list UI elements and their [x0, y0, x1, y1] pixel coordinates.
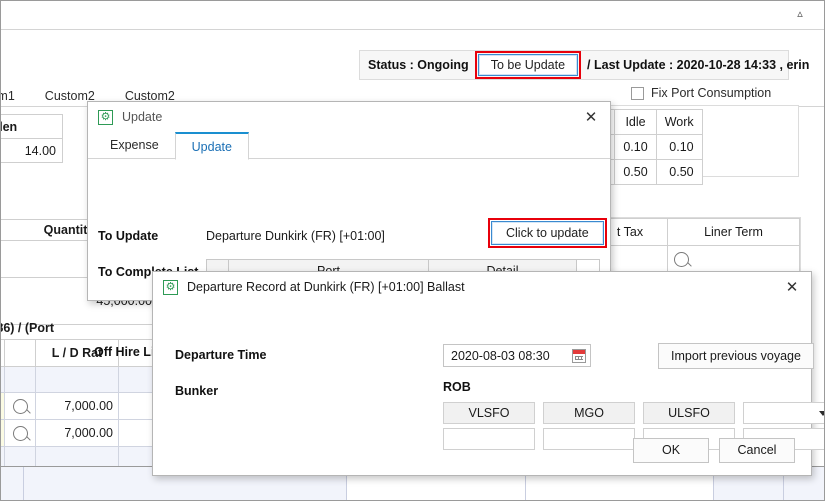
custom-tab-1[interactable]: tom1 [1, 89, 19, 103]
fix-port-consumption-row[interactable]: Fix Port Consumption [631, 86, 771, 100]
window-top-strip: ▵ [1, 1, 824, 30]
close-icon[interactable]: ✕ [781, 276, 803, 298]
liner-cell-term[interactable] [667, 245, 800, 273]
application-window: ▵ Status : Ongoing To be Update / Last U… [0, 0, 825, 501]
fuel-button-mgo[interactable]: MGO [543, 402, 635, 424]
cons-r2-idle: 0.50 [614, 159, 657, 185]
cons-r2-work: 0.50 [655, 159, 703, 185]
status-label: Status : Ongoing [368, 58, 469, 72]
departure-dialog-title: Departure Record at Dunkirk (FR) [+01:00… [187, 280, 465, 294]
last-update-label: / Last Update : 2020-10-28 14:33 , erin [587, 58, 810, 72]
cons-r1-work: 0.10 [655, 134, 703, 160]
close-icon[interactable]: ✕ [580, 106, 602, 128]
ld-rate-value: 7,000.00 [35, 419, 119, 447]
cancel-button[interactable]: Cancel [719, 437, 795, 463]
click-to-update-highlight: Click to update [488, 218, 607, 248]
departure-record-dialog: ⚙ Departure Record at Dunkirk (FR) [+01:… [152, 271, 824, 476]
calendar-icon[interactable] [572, 348, 586, 363]
liner-term-table-wrap: t Tax Liner Term [591, 217, 801, 274]
search-icon[interactable] [12, 398, 28, 414]
to-be-update-highlight: To be Update [474, 51, 582, 79]
departure-dialog-footer: OK Cancel [153, 428, 811, 472]
chevron-down-icon [819, 410, 824, 416]
liner-term-table: t Tax Liner Term [592, 218, 800, 273]
rob-label: ROB [443, 380, 471, 394]
fuel-button-ulsfo[interactable]: ULSFO [643, 402, 735, 424]
port-note-label: 13.86) / (Port [1, 321, 55, 335]
departure-dialog-titlebar: ⚙ Departure Record at Dunkirk (FR) [+01:… [153, 272, 811, 302]
cons-header-idle: Idle [614, 109, 657, 135]
update-dialog-titlebar: ⚙ Update ✕ [88, 102, 610, 132]
import-previous-voyage-button[interactable]: Import previous voyage [658, 343, 814, 369]
to-update-value: Departure Dunkirk (FR) [+01:00] [206, 229, 385, 243]
departure-dialog-body: Departure Time 2020-08-03 08:30 Import p… [153, 302, 824, 472]
bunker-fuel-header-row: VLSFO MGO ULSFO [443, 402, 824, 424]
status-bar: Status : Ongoing To be Update / Last Upd… [359, 50, 809, 80]
update-dialog-title: Update [122, 110, 163, 124]
to-be-update-button[interactable]: To be Update [477, 54, 579, 76]
fuel-select-4[interactable] [743, 402, 824, 424]
fix-port-consumption-checkbox[interactable] [631, 86, 644, 100]
table-row [592, 245, 800, 273]
row-search-cell[interactable] [4, 419, 36, 447]
fuel-button-vlsfo[interactable]: VLSFO [443, 402, 535, 424]
cons-header-work: Work [655, 109, 703, 135]
laden-table: aden 14.00 [1, 114, 63, 163]
app-gear-icon: ⚙ [163, 279, 178, 295]
row-search-cell[interactable] [4, 392, 36, 420]
laden-value: 14.00 [1, 138, 63, 163]
departure-time-field[interactable]: 2020-08-03 08:30 [443, 344, 591, 367]
bunker-label: Bunker [175, 384, 219, 398]
tab-expense[interactable]: Expense [94, 132, 175, 158]
fix-port-consumption-label: Fix Port Consumption [651, 86, 772, 100]
chevron-up-icon[interactable]: ▵ [794, 9, 806, 20]
tab-update[interactable]: Update [174, 132, 249, 160]
departure-time-label: Departure Time [175, 348, 267, 362]
ok-button[interactable]: OK [633, 437, 709, 463]
update-dialog-tabs: Expense Update [88, 132, 610, 160]
ld-rate-value: 7,000.00 [35, 392, 119, 420]
click-to-update-button[interactable]: Click to update [491, 221, 604, 245]
to-update-label: To Update [98, 229, 159, 243]
search-icon[interactable] [12, 425, 28, 441]
departure-time-value: 2020-08-03 08:30 [451, 348, 550, 363]
search-icon[interactable] [674, 251, 689, 267]
app-gear-icon: ⚙ [98, 109, 113, 125]
laden-header: aden [1, 114, 63, 139]
cons-r1-idle: 0.10 [614, 134, 657, 160]
liner-header-term: Liner Term [667, 218, 800, 246]
